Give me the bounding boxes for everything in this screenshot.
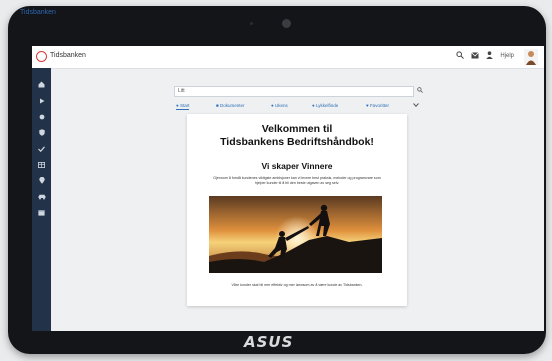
hero-image [209,196,382,273]
tab-label: Favoritter [369,103,389,108]
pin-icon[interactable] [37,176,46,185]
brand-name[interactable]: Tidsbanken [50,52,86,59]
welcome-line-2: Tidsbankens Bedriftshåndbok! [220,136,374,148]
search-input[interactable]: Litt [174,86,414,97]
tab-start[interactable]: ● Start [176,103,190,110]
sensor [250,22,253,25]
table-icon[interactable] [37,160,46,169]
bezel-label: Tidsbanken [20,9,56,16]
tab-favoritter[interactable]: ♥ Favoritter [366,103,389,108]
chevron-down-icon [413,103,419,108]
calendar-icon[interactable] [37,208,46,217]
intro-text: Gjennom å forstå kundenes viktigste ambi… [213,176,381,185]
search-button[interactable] [417,87,427,97]
tab-label: Dokumenter [219,103,245,108]
subtitle: Vi skaper Vinnere [261,161,333,171]
avatar[interactable] [524,49,538,65]
circle-icon[interactable] [37,112,46,121]
mail-icon[interactable] [471,51,480,61]
car-icon[interactable] [37,192,46,201]
sidebar [32,68,51,331]
tab-ukens[interactable]: ● Ukens [271,103,288,108]
tidsbanken-logo-icon[interactable] [36,51,47,62]
topbar: Tidsbanken Hjelp [32,46,544,69]
search-icon[interactable] [456,51,465,61]
tab-label: Start [179,103,190,108]
home-icon[interactable] [37,80,46,89]
check-icon[interactable] [37,144,46,153]
asus-logo: ASUS [244,333,294,351]
shield-icon[interactable] [37,128,46,137]
content-card: Velkommen til Tidsbankens Bedriftshåndbo… [187,114,407,306]
welcome-line-1: Velkommen til [261,123,333,135]
tab-lykkelfinde[interactable]: ● Lykkelfinde [312,103,338,108]
search-button-icon [417,87,423,93]
topbar-icons: Hjelp [456,51,514,61]
tablet-device: Tidsbanken Tidsbanken Hjelp Litt ● Start… [8,6,546,354]
user-icon[interactable] [486,51,494,61]
tab-label: Lykkelfinde [315,103,339,108]
play-icon[interactable] [37,96,46,105]
tabs-more-button[interactable] [413,103,419,109]
tab-bar: ● Start ■ Dokumenter ● Ukens ● Lykkelfin… [176,103,421,111]
tab-label: Ukens [274,103,288,108]
screen: Tidsbanken Hjelp Litt ● Start ■ Dokument… [32,46,544,331]
help-link[interactable]: Hjelp [500,53,514,59]
page-title: Velkommen til Tidsbankens Bedriftshåndbo… [187,123,407,149]
footer-text: Våre kunder skal bli mer effektiv og mer… [231,283,363,287]
tab-dokumenter[interactable]: ■ Dokumenter [216,103,244,108]
camera [282,19,291,28]
